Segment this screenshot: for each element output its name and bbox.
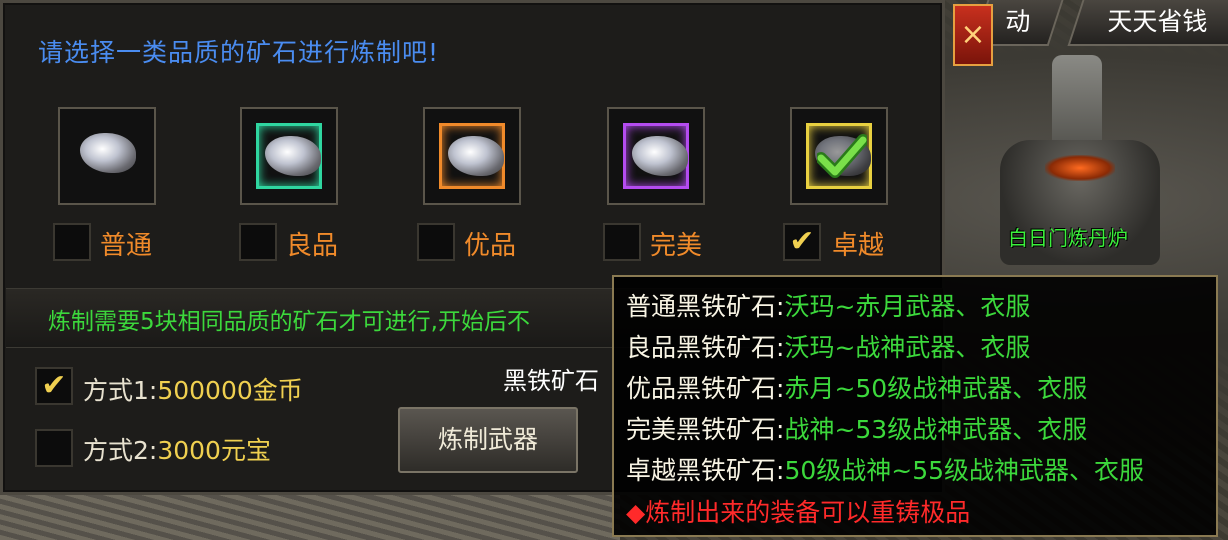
selected-check-icon — [817, 134, 867, 178]
tooltip-ore-name: 良品黑铁矿石: — [626, 333, 785, 362]
close-button[interactable]: × — [953, 4, 993, 66]
ore-slot-fine[interactable] — [240, 107, 338, 205]
tooltip-ore-value: 赤月~50级战神武器、衣服 — [784, 374, 1088, 403]
ground-texture — [0, 495, 620, 540]
ore-frame — [256, 123, 322, 189]
ore-slot-perfect[interactable] — [607, 107, 705, 205]
label-fine: 良品 — [286, 231, 339, 261]
ore-frame — [806, 123, 872, 189]
tab-activity-label: 动 — [1005, 7, 1031, 36]
checkbox-method-2[interactable] — [35, 429, 73, 467]
furnace-fire-glow — [1045, 155, 1115, 181]
tooltip-warning: ◆炼制出来的装备可以重铸极品 — [626, 498, 971, 527]
ore-info-tooltip: 普通黑铁矿石:沃玛~赤月武器、衣服 良品黑铁矿石:沃玛~战神武器、衣服 优品黑铁… — [612, 275, 1218, 537]
checkbox-common[interactable] — [53, 223, 91, 261]
label-perfect: 完美 — [650, 231, 703, 261]
ore-slot-excellent[interactable] — [790, 107, 888, 205]
tooltip-ore-name: 普通黑铁矿石: — [626, 292, 785, 321]
checkmark-icon: ✔ — [41, 368, 67, 403]
panel-title: 请选择一类品质的矿石进行炼制吧! — [38, 38, 440, 67]
tooltip-ore-value: 沃玛~赤月武器、衣服 — [784, 292, 1031, 321]
tooltip-ore-value: 战神~53级战神武器、衣服 — [784, 415, 1088, 444]
tooltip-row: 完美黑铁矿石:战神~53级战神武器、衣服 — [626, 410, 1087, 446]
forge-weapon-button[interactable]: 炼制武器 — [398, 407, 578, 473]
checkbox-superior[interactable] — [417, 223, 455, 261]
ore-icon — [80, 133, 136, 173]
tooltip-ore-value: 50级战神~55级战神武器、衣服 — [784, 456, 1145, 485]
ore-icon — [265, 136, 321, 176]
method-1-cost: 500000金币 — [157, 376, 303, 405]
method-2-name: 方式2: — [83, 436, 158, 465]
label-excellent: 卓越 — [832, 231, 885, 261]
checkbox-perfect[interactable] — [603, 223, 641, 261]
ore-icon — [448, 136, 504, 176]
tooltip-ore-value: 沃玛~战神武器、衣服 — [784, 333, 1031, 362]
ore-frame — [439, 123, 505, 189]
checkbox-excellent[interactable]: ✔ — [783, 223, 821, 261]
method-2-cost: 3000元宝 — [157, 436, 271, 465]
tooltip-row: 普通黑铁矿石:沃玛~赤月武器、衣服 — [626, 287, 1030, 323]
tab-daily-savings[interactable]: 天天省钱 — [1067, 0, 1228, 46]
ore-frame — [623, 123, 689, 189]
tab-daily-savings-label: 天天省钱 — [1107, 7, 1208, 36]
checkbox-method-1[interactable]: ✔ — [35, 367, 73, 405]
checkbox-fine[interactable] — [239, 223, 277, 261]
checkmark-icon: ✔ — [789, 224, 815, 259]
ore-slot-superior[interactable] — [423, 107, 521, 205]
ore-icon — [632, 136, 688, 176]
tooltip-ore-name: 卓越黑铁矿石: — [626, 456, 785, 485]
tooltip-ore-name: 完美黑铁矿石: — [626, 415, 785, 444]
label-superior: 优品 — [464, 231, 517, 261]
tooltip-ore-name: 优品黑铁矿石: — [626, 374, 785, 403]
ore-frame — [74, 123, 140, 189]
ore-slot-common[interactable] — [58, 107, 156, 205]
method-1-name: 方式1: — [83, 376, 158, 405]
method-2-label: 方式2:3000元宝 — [83, 431, 271, 467]
ore-name-label: 黑铁矿石 — [503, 367, 599, 395]
forge-notice: 炼制需要5块相同品质的矿石才可进行,开始后不 — [48, 309, 530, 335]
furnace-name-label: 白日门炼丹炉 — [1008, 226, 1128, 250]
label-common: 普通 — [100, 231, 153, 261]
method-1-label: 方式1:500000金币 — [83, 371, 303, 407]
tooltip-row: 良品黑铁矿石:沃玛~战神武器、衣服 — [626, 328, 1030, 364]
close-icon: × — [960, 17, 986, 52]
tooltip-row: 优品黑铁矿石:赤月~50级战神武器、衣服 — [626, 369, 1087, 405]
tooltip-row: 卓越黑铁矿石:50级战神~55级战神武器、衣服 — [626, 451, 1144, 487]
